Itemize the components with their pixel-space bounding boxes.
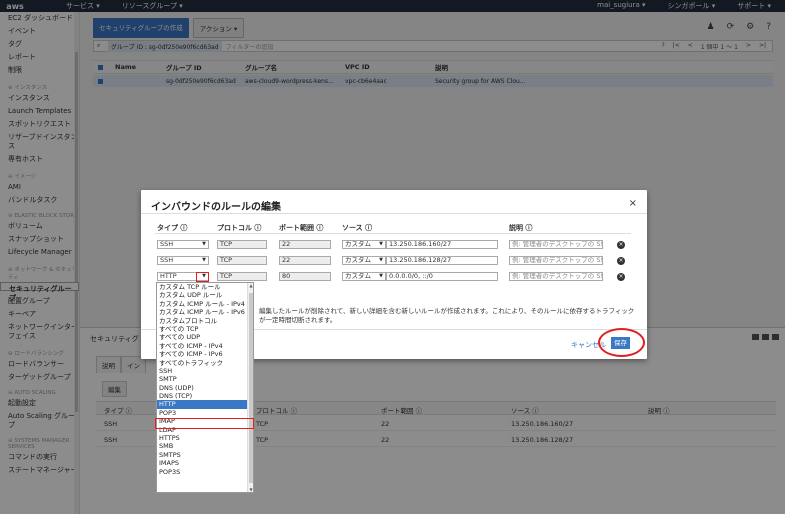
chevron-down-icon: ▼ — [379, 241, 383, 247]
dropdown-option[interactable]: SMTPS — [157, 451, 253, 459]
dropdown-option[interactable]: SSH — [157, 367, 253, 375]
rules-header: タイプ ⓘ プロトコル ⓘ ポート範囲 ⓘ ソース ⓘ 説明 ⓘ — [155, 222, 631, 234]
highlight-box — [155, 418, 254, 429]
highlight-box — [196, 272, 209, 282]
dropdown-option[interactable]: すべての ICMP - IPv4 — [157, 342, 253, 350]
dropdown-scroll-thumb[interactable] — [249, 293, 253, 483]
dropdown-option[interactable]: DNS (TCP) — [157, 392, 253, 400]
delete-rule-icon[interactable]: × — [617, 273, 625, 281]
type-select-value: SSH — [160, 240, 174, 248]
source-input[interactable]: 13.250.186.160/27 — [386, 240, 498, 249]
dropdown-option[interactable]: カスタムプロトコル — [157, 317, 253, 325]
warning-note: 編集したルールが削除されて、新しい詳細を含む新しいルールが作成されます。これによ… — [259, 307, 635, 324]
protocol-field: TCP — [217, 272, 267, 281]
chevron-down-icon: ▼ — [379, 273, 383, 279]
dropdown-option[interactable]: IMAPS — [157, 459, 253, 467]
protocol-field: TCP — [217, 240, 267, 249]
delete-rule-icon[interactable]: × — [617, 257, 625, 265]
dropdown-option[interactable]: カスタム ICMP ルール - IPv4 — [157, 300, 253, 308]
rule-row: SSH ▼ TCP 22 カスタム ▼ 13.250.186.160/27 例: 管理者のデス… — [155, 240, 631, 251]
dropdown-option[interactable]: POP3 — [157, 409, 253, 417]
col-port: ポート範囲 ⓘ — [279, 224, 324, 232]
description-input[interactable]: 例: 管理者のデスクトップの SS — [509, 256, 603, 265]
chevron-down-icon: ▼ — [379, 257, 383, 263]
chevron-down-icon: ▼ — [202, 241, 206, 247]
type-dropdown-list[interactable]: カスタム TCP ルール カスタム UDP ルール カスタム ICMP ルール - … — [156, 282, 254, 493]
description-input[interactable]: 例: 管理者のデスクトップの SS — [509, 272, 603, 281]
scroll-up-icon[interactable]: ▲ — [248, 283, 253, 288]
rule-row: SSH ▼ TCP 22 カスタム ▼ 13.250.186.128/27 例: 管理者のデス… — [155, 256, 631, 267]
source-select[interactable]: カスタム ▼ — [342, 256, 386, 265]
source-select[interactable]: カスタム ▼ — [342, 240, 386, 249]
port-field[interactable]: 22 — [279, 256, 331, 265]
dropdown-option[interactable]: POP3S — [157, 468, 253, 476]
dropdown-option[interactable]: カスタム ICMP ルール - IPv6 — [157, 308, 253, 316]
dropdown-option[interactable]: HTTP — [157, 400, 253, 409]
divider — [141, 213, 647, 214]
modal-title: インバウンドのルールの編集 — [151, 202, 281, 213]
highlight-circle — [598, 328, 645, 357]
source-input[interactable]: 0.0.0.0/0, ::/0 — [386, 272, 498, 281]
source-select-value: カスタム — [345, 240, 371, 248]
delete-rule-icon[interactable]: × — [617, 241, 625, 249]
source-select-value: カスタム — [345, 256, 371, 264]
source-input[interactable]: 13.250.186.128/27 — [386, 256, 498, 265]
port-field[interactable]: 80 — [279, 272, 331, 281]
dropdown-option[interactable]: カスタム UDP ルール — [157, 291, 253, 299]
col-type: タイプ ⓘ — [157, 224, 188, 232]
type-select-value: SSH — [160, 256, 174, 264]
dropdown-option[interactable]: DNS (UDP) — [157, 384, 253, 392]
dropdown-option[interactable]: SMTP — [157, 375, 253, 383]
source-select-value: カスタム — [345, 272, 371, 280]
dropdown-option[interactable]: すべての UDP — [157, 333, 253, 341]
close-icon[interactable]: × — [629, 198, 637, 209]
protocol-field: TCP — [217, 256, 267, 265]
source-select[interactable]: カスタム ▼ — [342, 272, 386, 281]
col-protocol: プロトコル ⓘ — [217, 224, 262, 232]
col-source: ソース ⓘ — [342, 224, 373, 232]
type-select[interactable]: SSH ▼ — [157, 256, 209, 265]
dropdown-scrollbar[interactable]: ▲ ▼ — [247, 283, 253, 492]
description-input[interactable]: 例: 管理者のデスクトップの SS — [509, 240, 603, 249]
dropdown-option[interactable]: すべての TCP — [157, 325, 253, 333]
chevron-down-icon: ▼ — [202, 257, 206, 263]
port-field[interactable]: 22 — [279, 240, 331, 249]
dropdown-option[interactable]: SMB — [157, 442, 253, 450]
scroll-down-icon[interactable]: ▼ — [248, 487, 253, 492]
col-desc: 説明 ⓘ — [509, 224, 533, 232]
dropdown-option[interactable]: すべての ICMP - IPv6 — [157, 350, 253, 358]
dropdown-option[interactable]: HTTPS — [157, 434, 253, 442]
type-select-value: HTTP — [160, 272, 177, 280]
type-select[interactable]: SSH ▼ — [157, 240, 209, 249]
dropdown-option[interactable]: すべてのトラフィック — [157, 359, 253, 367]
